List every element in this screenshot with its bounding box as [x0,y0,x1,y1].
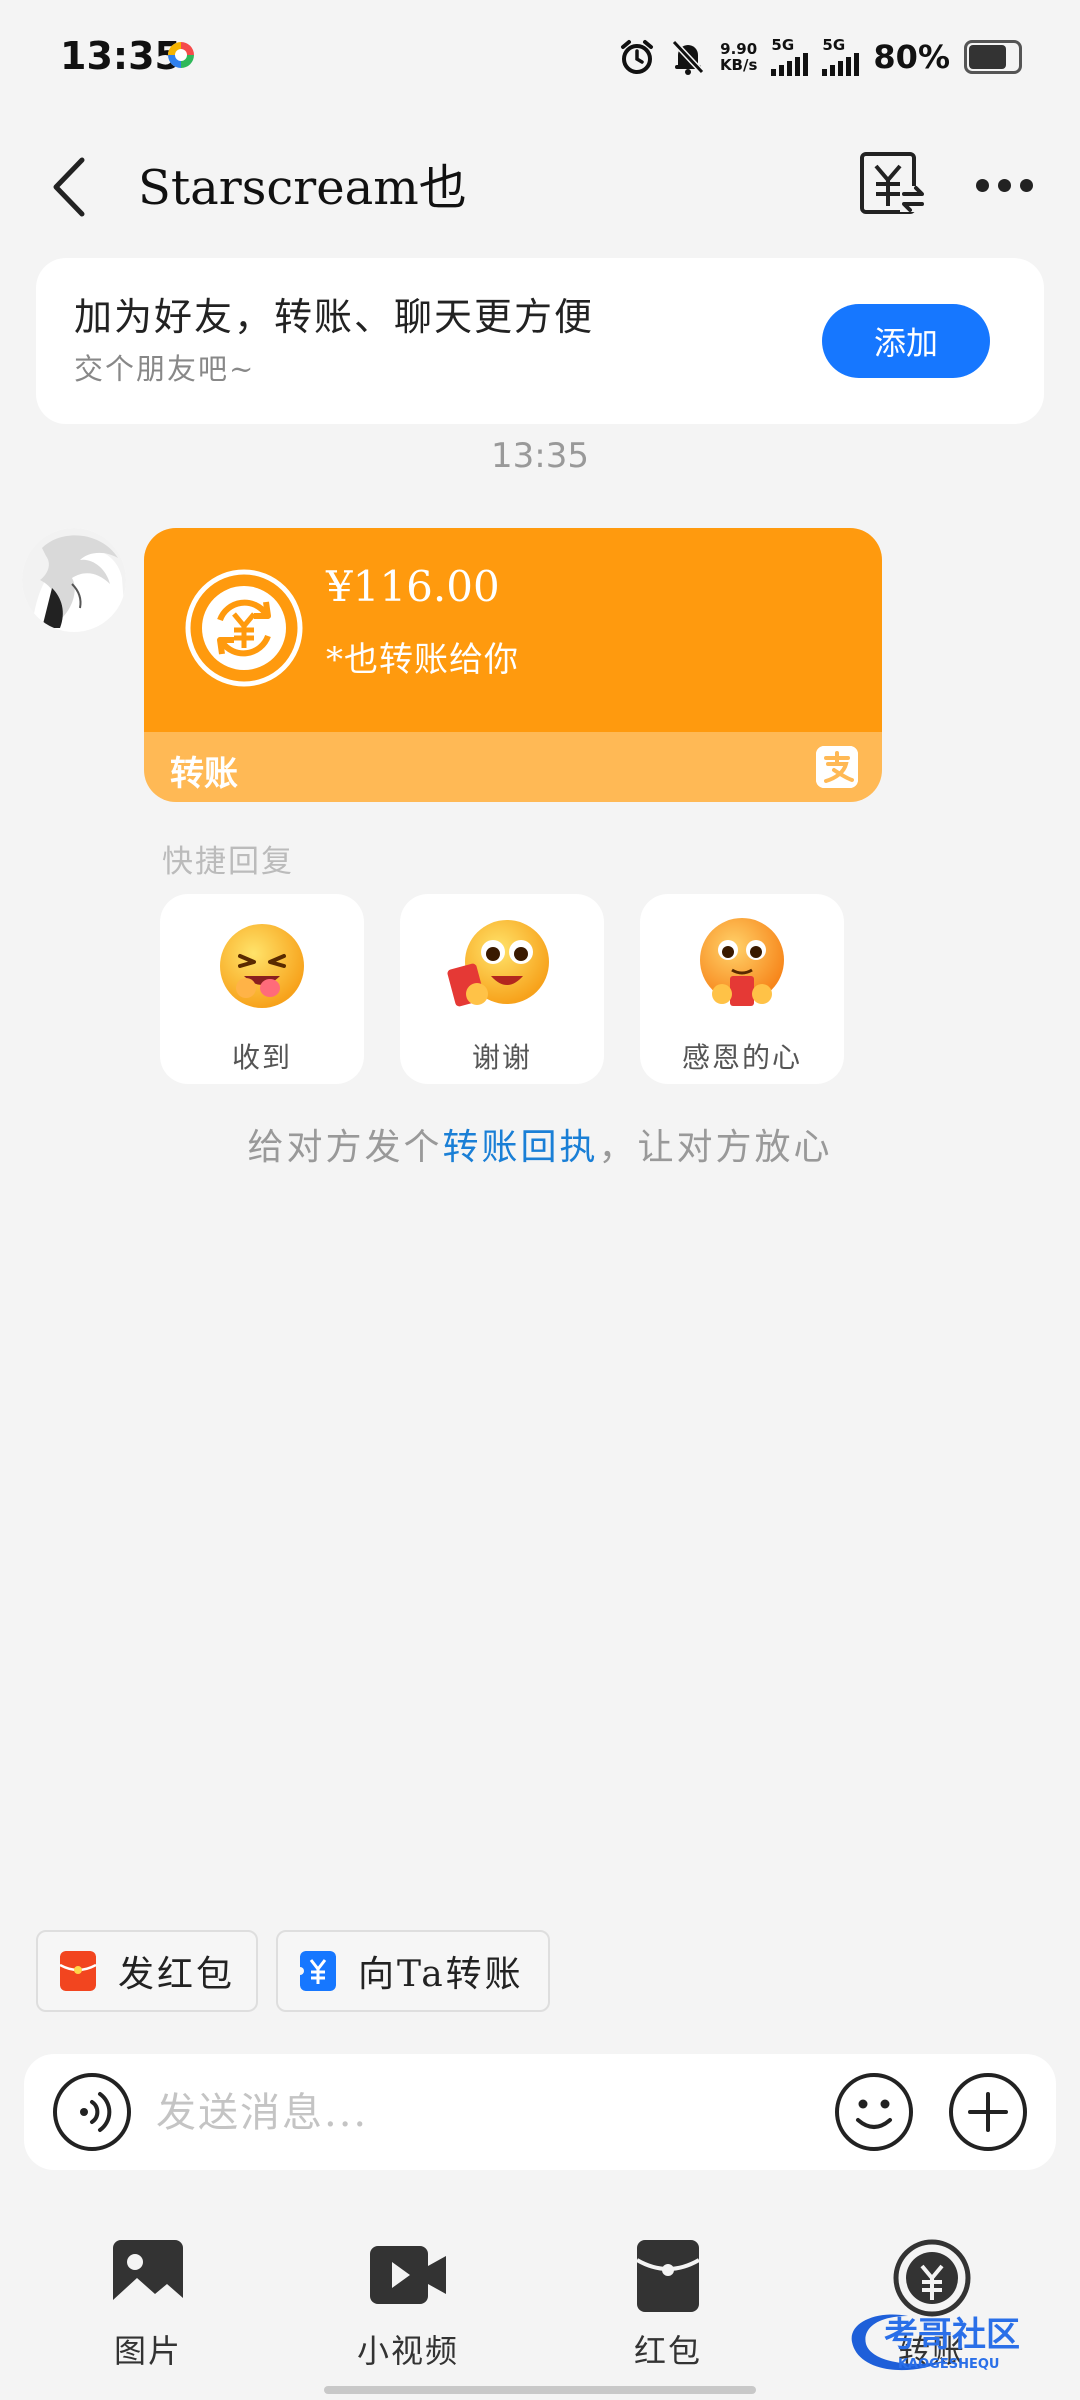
status-bar: 13:35 9.90 KB/s 5G 5G 80% [0,0,1080,115]
svg-text:KAOGESHEQU: KAOGESHEQU [898,2357,999,2372]
community-watermark-logo: 考哥社区 KAOGESHEQU [851,2314,1020,2372]
grateful-heart-emoji-icon [700,918,784,1006]
tool-image[interactable]: 图片 [58,2230,238,2370]
svg-text:考哥社区: 考哥社区 [884,2315,1020,2355]
plus-icon[interactable] [948,2072,1028,2152]
message-input[interactable] [154,2076,818,2150]
banner-title: 加为好友，转账、聊天更方便 [74,295,595,339]
video-icon [370,2246,446,2304]
quick-reply-text: 谢谢 [471,1041,532,1074]
alarm-icon [620,40,653,74]
battery-icon [964,40,1022,74]
quick-reply-received[interactable]: 收到 [160,894,364,1084]
transfer-exchange-icon [185,569,303,687]
voice-input-icon[interactable] [52,2072,132,2152]
avatar[interactable] [22,528,126,632]
quick-reply-text: 感恩的心 [681,1041,802,1074]
emoji-icon[interactable] [834,2072,914,2152]
alipay-logo-icon [816,746,858,788]
add-friend-button[interactable]: 添加 [822,304,990,378]
tongue-out-emoji-icon [220,924,304,1008]
home-indicator[interactable] [324,2386,756,2394]
page-title: Starscream也 [138,160,467,216]
red-packet-outline-icon [635,2240,701,2312]
more-options-icon[interactable] [976,170,1036,200]
image-icon [113,2240,183,2310]
transfer-memo: *也转账给你 [326,640,519,680]
battery-percent: 80% [873,38,950,76]
tool-red-packet[interactable]: 红包 [578,2230,758,2370]
tool-short-video[interactable]: 小视频 [318,2230,498,2370]
transfer-receipt-link[interactable]: 转账回执 [442,1127,598,1168]
message-timestamp: 13:35 [491,436,589,476]
app-notification-icon [168,42,194,68]
transfer-card-label: 转账 [170,754,238,794]
status-time: 13:35 [60,34,181,78]
red-packet-icon [60,1951,96,1991]
quick-reply-grateful[interactable]: 感恩的心 [640,894,844,1084]
thanks-red-packet-emoji-icon [447,920,549,1007]
message-input-bar [24,2054,1056,2170]
receipt-tip: 给对方发个转账回执，让对方放心 [247,1127,833,1168]
banner-subtitle: 交个朋友吧~ [74,352,256,386]
net-speed: 9.90 KB/s [719,40,758,74]
transfer-to-ta-button[interactable]: 向Ta转账 [276,1930,550,2012]
transfer-message-card[interactable]: ¥116.00 *也转账给你 转账 [144,528,882,802]
send-red-packet-button[interactable]: 发红包 [36,1930,258,2012]
quick-reply-thanks[interactable]: 谢谢 [400,894,604,1084]
mute-bell-icon [671,39,705,75]
sim2-signal: 5G [822,38,860,76]
transfer-records-icon[interactable] [856,148,926,218]
add-friend-banner: 加为好友，转账、聊天更方便 交个朋友吧~ 添加 [36,258,1044,424]
chat-header: Starscream也 [0,130,1080,240]
sim1-signal: 5G [771,38,809,76]
back-arrow-icon[interactable] [44,154,104,220]
transfer-ticket-icon [300,1951,336,1991]
transfer-amount: ¥116.00 [326,562,500,611]
quick-reply-text: 收到 [231,1041,292,1074]
quick-reply-label: 快捷回复 [162,844,294,880]
